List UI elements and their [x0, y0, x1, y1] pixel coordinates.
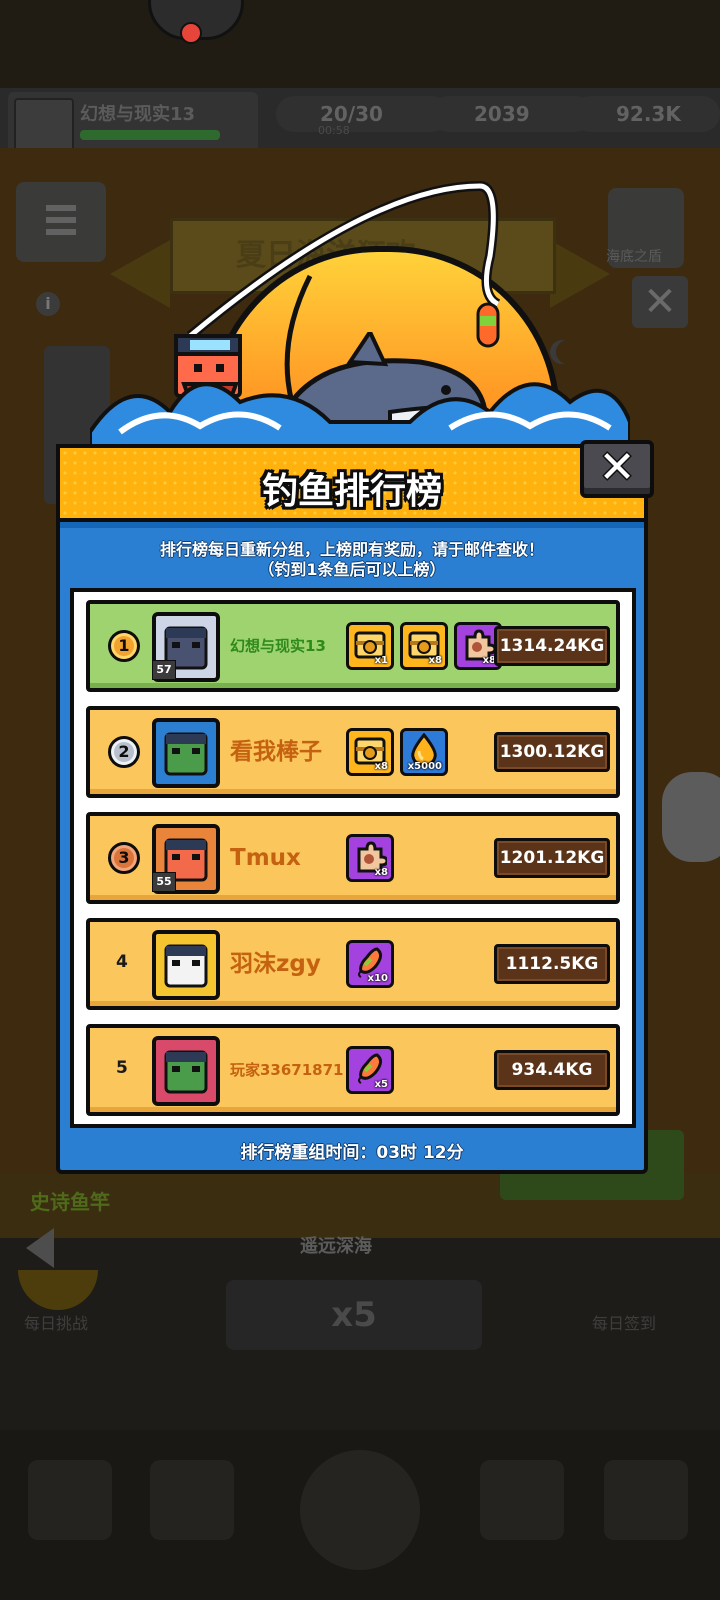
nav-item-2[interactable]	[150, 1460, 234, 1540]
player-profile[interactable]: 幻想与现实13	[8, 92, 258, 154]
ranking-modal: 钓鱼排行榜 排行榜每日重新分组，上榜即有奖励，请于邮件查收！ （钓到1条鱼后可以…	[56, 444, 648, 1174]
ranking-row[interactable]: 3 55 Tmux x8 1201.12KG	[86, 812, 620, 904]
player-name: 羽沫zgy	[230, 951, 321, 977]
nav-item-5[interactable]	[604, 1460, 688, 1540]
rank-medal-icon: 2	[108, 736, 140, 768]
ranking-notice: 排行榜每日重新分组，上榜即有奖励，请于邮件查收！ （钓到1条鱼后可以上榜）	[60, 540, 644, 580]
daily-checkin-label: 每日签到	[592, 1314, 657, 1333]
rank-number: 4	[116, 952, 128, 972]
player-avatar[interactable]	[152, 1036, 220, 1106]
ranking-row[interactable]: 2 看我棒子 x8 x5000 1300.12KG	[86, 706, 620, 798]
fishing-banner-art	[70, 176, 650, 518]
avatar-face-icon	[164, 944, 208, 988]
reward-quantity: x8	[374, 867, 388, 878]
reward-item[interactable]: x8	[346, 728, 394, 776]
player-level-badge: 57	[152, 660, 176, 680]
player-name: 玩家33671871	[230, 1061, 344, 1079]
reward-item[interactable]: x8	[346, 834, 394, 882]
back-arrow-icon[interactable]	[26, 1228, 54, 1268]
reset-time: 排行榜重组时间：03时 12分	[240, 1143, 464, 1163]
reward-item[interactable]: x5	[346, 1046, 394, 1094]
ranking-row[interactable]: 1 57 幻想与现实13 x1 x8 x8 1314.24KG	[86, 600, 620, 692]
reward-quantity: x8	[374, 761, 388, 772]
reward-quantity: x10	[367, 973, 388, 984]
reward-item[interactable]: x1	[346, 622, 394, 670]
notice-line-1: 排行榜每日重新分组，上榜即有奖励，请于邮件查收！	[159, 540, 544, 559]
catch-weight-badge: 934.4KG	[494, 1050, 610, 1090]
ranking-row[interactable]: 4 羽沫zgy x10 1112.5KG	[86, 918, 620, 1010]
catch-weight-badge: 1300.12KG	[494, 732, 610, 772]
avatar-face-icon	[164, 732, 208, 776]
catch-weight-badge: 1201.12KG	[494, 838, 610, 878]
epic-rod-label: 史诗鱼竿	[30, 1190, 110, 1214]
ranking-list: 1 57 幻想与现实13 x1 x8 x8 1314.24KG 2 看我棒子 x8 x5000 130…	[70, 588, 636, 1128]
player-avatar	[14, 98, 74, 152]
multiplier-button[interactable]: x5	[226, 1280, 482, 1350]
player-name: 幻想与现实13	[230, 637, 326, 655]
notice-line-2: （钓到1条鱼后可以上榜）	[258, 560, 446, 579]
info-icon[interactable]: i	[36, 292, 60, 316]
catch-weight-badge: 1112.5KG	[494, 944, 610, 984]
modal-header: 钓鱼排行榜	[56, 444, 648, 528]
reward-quantity: x1	[374, 655, 388, 666]
coin-counter: 2039	[430, 96, 594, 132]
fish-counter-timer: 00:58	[318, 124, 350, 137]
weight-counter: 92.3K	[572, 96, 720, 132]
rank-number: 5	[116, 1058, 128, 1078]
player-level-badge: 55	[152, 872, 176, 892]
rank-medal-icon: 1	[108, 630, 140, 662]
close-button[interactable]: ✕	[580, 440, 654, 498]
nav-item-4[interactable]	[480, 1460, 564, 1540]
avatar-face-icon	[164, 1050, 208, 1094]
rank-medal-icon: 3	[108, 842, 140, 874]
notification-dot	[180, 22, 202, 44]
reward-quantity: x5000	[407, 761, 442, 772]
player-name: 幻想与现实13	[80, 104, 196, 125]
nav-item-1[interactable]	[28, 1460, 112, 1540]
player-avatar[interactable]	[152, 718, 220, 788]
nav-battle[interactable]	[300, 1450, 420, 1570]
side-float-button[interactable]	[662, 772, 720, 862]
player-avatar[interactable]	[152, 930, 220, 1000]
player-name: 看我棒子	[230, 739, 322, 765]
player-name: Tmux	[230, 845, 301, 871]
water-splash-icon	[90, 382, 630, 452]
catch-weight-badge: 1314.24KG	[494, 626, 610, 666]
xp-bar	[80, 130, 220, 140]
reward-item[interactable]: x10	[346, 940, 394, 988]
reward-item[interactable]: x5000	[400, 728, 448, 776]
reward-item[interactable]: x8	[400, 622, 448, 670]
modal-title: 钓鱼排行榜	[261, 471, 442, 512]
close-icon: ✕	[598, 442, 636, 493]
reward-quantity: x5	[374, 1079, 388, 1090]
daily-challenge-label: 每日挑战	[24, 1314, 89, 1333]
fish-counter: 20/30	[276, 96, 450, 132]
ranking-row[interactable]: 5 玩家33671871 x5 934.4KG	[86, 1024, 620, 1116]
reward-quantity: x8	[428, 655, 442, 666]
location-label: 遥远深海	[300, 1236, 372, 1257]
